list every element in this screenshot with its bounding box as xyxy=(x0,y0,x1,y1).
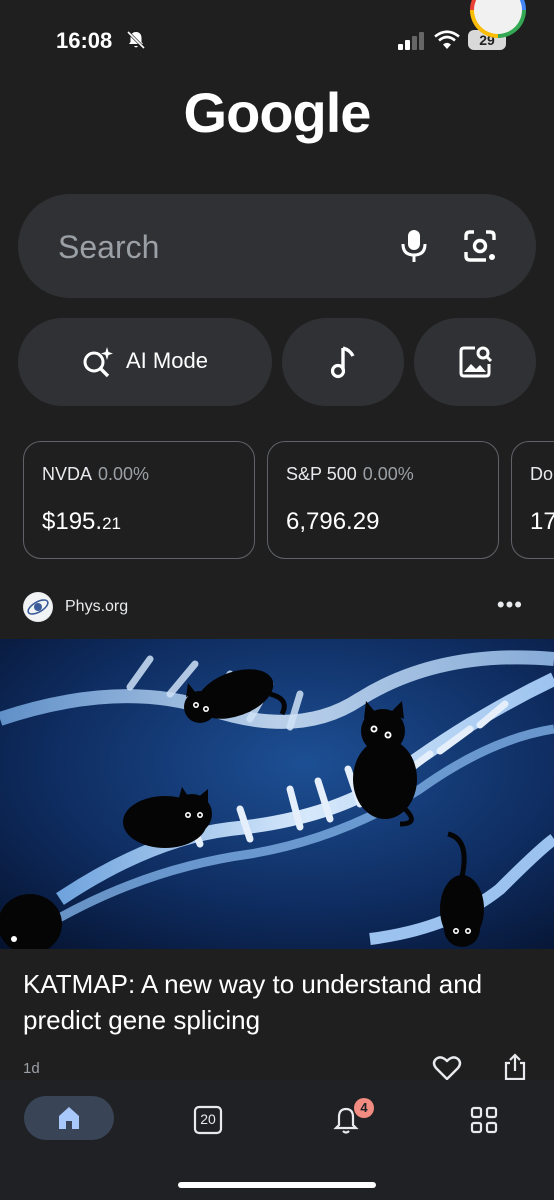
grid-apps-icon xyxy=(470,1106,498,1134)
image-search-icon xyxy=(459,346,493,378)
google-logo: Google xyxy=(183,81,372,144)
home-indicator[interactable] xyxy=(178,1182,376,1188)
home-icon xyxy=(59,1107,79,1129)
microphone-icon[interactable] xyxy=(392,224,436,268)
heart-icon[interactable] xyxy=(432,1054,462,1082)
wifi-icon xyxy=(434,30,460,49)
song-search-button[interactable] xyxy=(282,318,404,406)
stock-change: 0.00% xyxy=(98,464,150,484)
search-input[interactable] xyxy=(56,226,360,268)
ai-search-sparkle-icon xyxy=(83,347,113,378)
stock-card-sp500[interactable]: S&P 500 0.00% 6,796.29 xyxy=(267,441,499,559)
bottom-navigation: 20 4 xyxy=(0,1080,554,1200)
calendar-date-number: 20 xyxy=(200,1111,216,1127)
ai-mode-label: AI Mode xyxy=(126,348,208,373)
article-hero-image[interactable] xyxy=(0,639,554,949)
physorg-logo-icon xyxy=(23,592,53,622)
stock-symbol: NVDA 0.00% xyxy=(42,464,150,484)
google-lens-icon[interactable] xyxy=(458,224,502,268)
stock-price: 17 xyxy=(530,508,554,535)
search-bar[interactable] xyxy=(18,194,536,298)
stock-price: 6,796.29 xyxy=(286,508,380,535)
nav-apps-button[interactable] xyxy=(468,1104,500,1136)
stock-card-nvda[interactable]: NVDA 0.00% $195.21 xyxy=(23,441,255,559)
nav-activity-button[interactable]: 20 xyxy=(192,1104,224,1136)
music-note-icon xyxy=(330,346,355,379)
ai-mode-button[interactable]: AI Mode xyxy=(18,318,272,406)
stock-change: 0.00% xyxy=(362,464,414,484)
status-time: 16:08 xyxy=(56,28,113,53)
article-source-name[interactable]: Phys.org xyxy=(65,598,128,616)
more-options-icon[interactable]: ••• xyxy=(497,592,523,618)
nav-home-button[interactable] xyxy=(24,1096,114,1140)
cellular-signal-icon xyxy=(398,32,424,50)
article-headline[interactable]: KATMAP: A new way to understand and pred… xyxy=(23,966,533,1038)
stock-card-dow[interactable]: Do 17 xyxy=(511,441,554,559)
stock-symbol: Do xyxy=(530,464,554,484)
stock-price: $195.21 xyxy=(42,508,121,535)
article-age: 1d xyxy=(23,1060,40,1077)
stock-ticker-row: NVDA 0.00% $195.21 S&P 500 0.00% 6,796.29 … xyxy=(23,441,554,559)
bell-off-icon xyxy=(126,30,146,50)
notifications-badge: 4 xyxy=(354,1098,374,1118)
share-icon[interactable] xyxy=(502,1052,528,1082)
article-source-row: Phys.org ••• xyxy=(23,592,531,624)
stock-symbol: S&P 500 0.00% xyxy=(286,464,414,484)
image-search-button[interactable] xyxy=(414,318,536,406)
